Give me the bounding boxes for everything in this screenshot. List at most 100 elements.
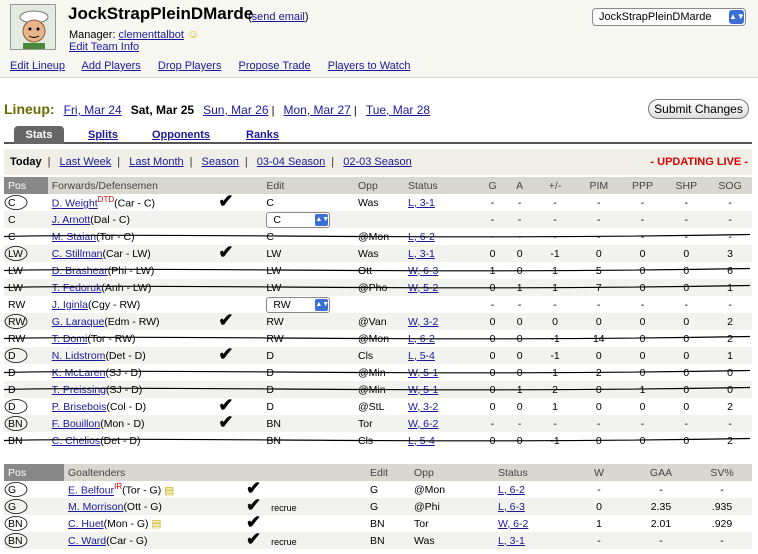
- day-tue-mar-28[interactable]: Tue, Mar 28: [366, 103, 430, 117]
- nav-players-to-watch[interactable]: Players to Watch: [328, 60, 411, 72]
- injury-badge: IR: [114, 482, 123, 492]
- game-status-link[interactable]: L, 5-4: [408, 350, 435, 362]
- opponent: Was: [358, 196, 379, 209]
- manager-link[interactable]: clementtalbot: [119, 29, 184, 41]
- player-cell: T. Fedoruk(Anh - LW): [47, 279, 215, 296]
- game-status-link[interactable]: W, 5-1: [408, 367, 438, 379]
- edit-position: D: [266, 349, 274, 362]
- stat-pm: 1: [533, 279, 577, 296]
- player-position: LW: [4, 279, 48, 296]
- game-status-link[interactable]: W, 5-2: [408, 282, 438, 294]
- goalie-link[interactable]: E. Belfour: [68, 485, 114, 497]
- avatar: [10, 4, 56, 50]
- stat-pm: -1: [533, 245, 577, 262]
- player-team: (Det - D): [100, 434, 141, 447]
- position-select[interactable]: C ▲▼: [266, 211, 331, 228]
- nav-propose-trade[interactable]: Propose Trade: [239, 60, 311, 72]
- edit-cell: D: [262, 347, 355, 364]
- player-link[interactable]: N. Lidstrom: [52, 350, 106, 362]
- nav-edit-lineup[interactable]: Edit Lineup: [10, 60, 65, 72]
- stat-shp: 0: [664, 381, 709, 398]
- send-email-link[interactable]: (send email): [248, 11, 309, 23]
- player-link[interactable]: T. Fedoruk: [52, 282, 102, 294]
- opponent: @Mon: [358, 332, 390, 345]
- day-fri-mar-24[interactable]: Fri, Mar 24: [64, 103, 122, 117]
- tab-ranks[interactable]: Ranks: [246, 126, 279, 144]
- note-icon[interactable]: ▤: [164, 485, 174, 497]
- player-link[interactable]: T. Domi: [52, 333, 88, 345]
- nav-drop-players[interactable]: Drop Players: [158, 60, 222, 72]
- tab-stats[interactable]: Stats: [14, 126, 64, 144]
- player-link[interactable]: G. Laraque: [52, 316, 105, 328]
- stat-a: 0: [516, 264, 523, 277]
- edit-cell: RW ▲▼: [262, 296, 354, 313]
- day-mon-mar-27[interactable]: Mon, Mar 27: [283, 103, 350, 117]
- game-status-link[interactable]: L, 3-1: [408, 197, 435, 209]
- game-status-link[interactable]: L, 6-2: [408, 333, 435, 345]
- game-status-link[interactable]: W, 3-2: [408, 316, 438, 328]
- opponent: Tor: [414, 517, 429, 530]
- game-status-link[interactable]: L, 3-1: [408, 248, 435, 260]
- col-pos: Pos: [4, 177, 48, 194]
- submit-changes-button[interactable]: Submit Changes: [648, 99, 749, 119]
- goalie-link[interactable]: M. Morrison: [68, 501, 123, 513]
- skater-row: D T. Preissing(SJ - D) D @Min W, 5-1 0 1 2 0 1 0 0: [4, 381, 752, 398]
- goalie-link[interactable]: C. Ward: [68, 535, 106, 547]
- status-cell: L, 5-4: [404, 432, 479, 449]
- stat-g: -: [490, 230, 495, 243]
- player-cell: D. Brashear(Phi - LW): [48, 262, 215, 279]
- player-link[interactable]: K. McLaren: [52, 367, 106, 379]
- note-icon[interactable]: ▤: [152, 518, 162, 530]
- period-last-month[interactable]: Last Month: [129, 156, 183, 168]
- period-season[interactable]: Season: [202, 156, 239, 168]
- player-link[interactable]: C. Stillman: [52, 248, 103, 260]
- player-link[interactable]: F. Bouillon: [52, 418, 100, 430]
- stat-w: 1: [596, 517, 602, 530]
- player-cell: C. Stillman(Car - LW): [47, 245, 215, 262]
- game-status-link[interactable]: L, 3-1: [498, 535, 525, 547]
- period-last-week[interactable]: Last Week: [60, 156, 112, 168]
- game-status-link[interactable]: L, 5-4: [408, 435, 435, 447]
- opponent: @Phi: [410, 498, 494, 515]
- player-link[interactable]: D. Brashear: [52, 265, 108, 277]
- team-select[interactable]: JockStrapPleinDMarde ▲▼: [592, 8, 746, 26]
- goalie-position: G: [4, 498, 64, 515]
- game-status-link[interactable]: L, 6-3: [498, 501, 525, 513]
- game-status-link[interactable]: W, 5-1: [408, 384, 438, 396]
- edit-position: RW: [266, 332, 284, 345]
- nav-add-players[interactable]: Add Players: [82, 60, 141, 72]
- stat-pm: 1: [552, 366, 558, 379]
- day-sun-mar-26[interactable]: Sun, Mar 26: [203, 103, 268, 117]
- player-link[interactable]: M. Staian: [52, 231, 96, 243]
- period-03-04-season[interactable]: 03-04 Season: [257, 156, 326, 168]
- game-status-link[interactable]: W, 6-2: [498, 518, 528, 530]
- period-02-03-season[interactable]: 02-03 Season: [343, 156, 412, 168]
- tab-splits[interactable]: Splits: [88, 126, 118, 144]
- player-link[interactable]: C. Chelios: [52, 435, 100, 447]
- game-status-link[interactable]: W, 6-3: [408, 265, 438, 277]
- player-link[interactable]: P. Brisebois: [52, 401, 107, 413]
- col-gaa: GAA: [630, 464, 692, 481]
- game-status-link[interactable]: W, 6-2: [408, 418, 438, 430]
- stat-pim: 0: [576, 347, 621, 364]
- game-status-link[interactable]: W, 3-2: [408, 401, 438, 413]
- player-link[interactable]: J. Iginla: [52, 299, 88, 311]
- player-link[interactable]: J. Arnott: [52, 214, 91, 226]
- edit-cell: BN: [262, 415, 355, 432]
- tab-opponents[interactable]: Opponents: [152, 126, 210, 144]
- edit-team-link[interactable]: Edit Team Info: [69, 41, 139, 53]
- checkmark-icon: ✔: [218, 310, 234, 330]
- player-link[interactable]: T. Preissing: [52, 384, 106, 396]
- opponent: Ott: [358, 264, 373, 277]
- game-status-link[interactable]: L, 6-2: [498, 484, 525, 496]
- check-cell: [214, 211, 263, 228]
- player-link[interactable]: D. Weight: [52, 198, 98, 210]
- stat-sog: 6: [727, 264, 733, 277]
- position-select[interactable]: RW ▲▼: [266, 296, 331, 313]
- status-cell: L, 6-3: [494, 498, 568, 515]
- stat-shp: 0: [683, 264, 690, 277]
- game-status-link[interactable]: L, 6-2: [408, 231, 435, 243]
- opponent: @Pho: [354, 279, 405, 296]
- goalie-team: (Ott - G): [123, 500, 162, 513]
- goalie-link[interactable]: C. Huet: [68, 518, 104, 530]
